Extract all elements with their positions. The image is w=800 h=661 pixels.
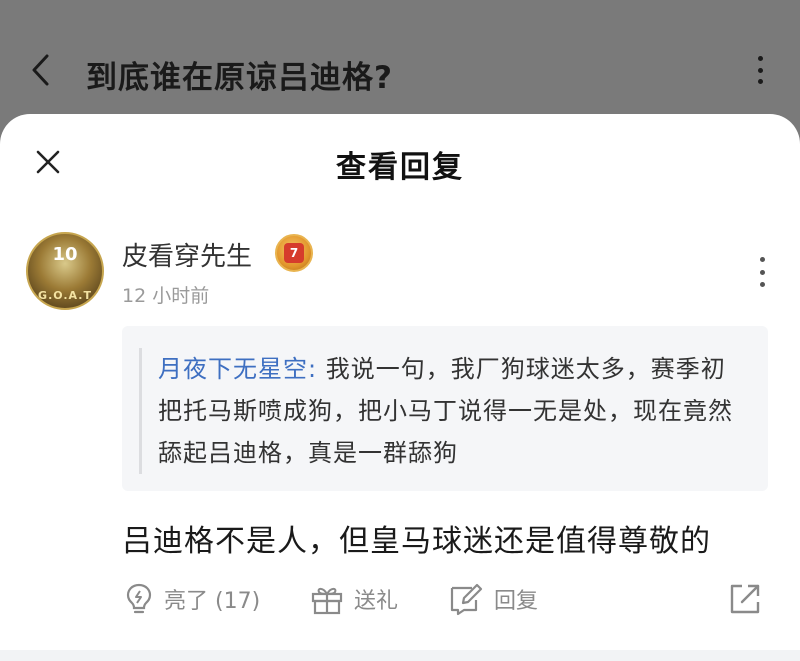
bottom-divider [0,650,800,661]
user-badge-icon: 7 [275,234,313,272]
gift-label: 送礼 [354,589,399,614]
avatar-caption: G.O.A.T [38,289,92,302]
quoted-comment: 月夜下无星空: 我说一句，我厂狗球迷太多，赛季初把托马斯喷成狗，把小马丁说得一无… [122,326,768,491]
comment-timestamp: 12 小时前 [122,285,210,307]
username[interactable]: 皮看穿先生 [122,236,252,273]
reply-label: 回复 [494,589,539,614]
back-button[interactable] [22,48,58,92]
gift-icon [311,587,343,615]
quote-author[interactable]: 月夜下无星空: [158,355,317,383]
edit-reply-icon [450,583,483,616]
quote-divider [139,348,142,474]
lightbulb-icon [126,583,152,614]
avatar[interactable]: 10 G.O.A.T [26,232,104,310]
more-vertical-icon[interactable] [748,52,772,88]
share-button[interactable] [728,574,772,624]
reply-button[interactable]: 回复 [448,574,538,624]
gift-button[interactable]: 送礼 [310,574,398,624]
share-icon [730,584,760,614]
post-title: 到底谁在原谅吕迪格? [86,60,393,96]
sheet-title: 查看回复 [336,150,464,185]
reply-sheet: 查看回复 10 G.O.A.T 皮看穿先生 7 12 小时前 月夜下无星空: 我… [0,114,800,661]
comment-text: 吕迪格不是人，但皇马球迷还是值得尊敬的 [122,524,711,559]
like-count-label: 亮了 (17) [164,589,261,614]
more-vertical-icon[interactable] [750,254,774,290]
chevron-left-icon [32,54,49,86]
like-button[interactable]: 亮了 (17) [124,574,260,624]
avatar-number: 10 [52,244,78,265]
comment-actions: 亮了 (17) 送礼 回复 [0,574,800,624]
quote-body: 月夜下无星空: 我说一句，我厂狗球迷太多，赛季初把托马斯喷成狗，把小马丁说得一无… [158,348,748,474]
post-header: 到底谁在原谅吕迪格? [0,0,800,130]
